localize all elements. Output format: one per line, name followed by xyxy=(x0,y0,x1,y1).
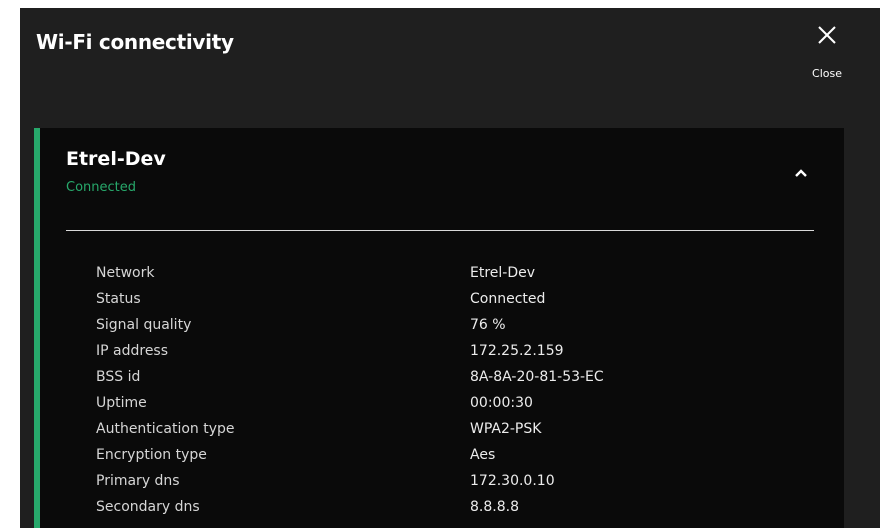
detail-row-bss-id: BSS id 8A-8A-20-81-53-EC xyxy=(96,369,796,395)
wifi-dialog: Wi-Fi connectivity Close Etrel-Dev Conne… xyxy=(20,8,880,528)
detail-value: Aes xyxy=(470,447,496,463)
network-details: Network Etrel-Dev Status Connected Signa… xyxy=(96,265,796,525)
detail-value: 8A-8A-20-81-53-EC xyxy=(470,369,604,385)
detail-row-secondary-dns: Secondary dns 8.8.8.8 xyxy=(96,499,796,525)
detail-row-uptime: Uptime 00:00:30 xyxy=(96,395,796,421)
detail-value: Connected xyxy=(470,291,546,307)
detail-label: Uptime xyxy=(96,395,147,411)
detail-value: 76 % xyxy=(470,317,506,333)
network-card: Etrel-Dev Connected Network Etrel-Dev St… xyxy=(34,128,844,528)
detail-label: Status xyxy=(96,291,141,307)
dialog-title: Wi-Fi connectivity xyxy=(36,30,234,54)
close-label: Close xyxy=(812,67,842,80)
detail-label: BSS id xyxy=(96,369,141,385)
collapse-button[interactable] xyxy=(786,162,816,186)
network-status: Connected xyxy=(66,180,137,195)
detail-label: Network xyxy=(96,265,155,281)
detail-value: 172.30.0.10 xyxy=(470,473,555,489)
detail-label: Secondary dns xyxy=(96,499,200,515)
network-name: Etrel-Dev xyxy=(66,148,166,170)
detail-value: 172.25.2.159 xyxy=(470,343,564,359)
connected-accent-bar xyxy=(34,128,40,528)
detail-row-ip-address: IP address 172.25.2.159 xyxy=(96,343,796,369)
detail-label: Primary dns xyxy=(96,473,180,489)
detail-row-primary-dns: Primary dns 172.30.0.10 xyxy=(96,473,796,499)
detail-row-encryption-type: Encryption type Aes xyxy=(96,447,796,473)
detail-row-signal-quality: Signal quality 76 % xyxy=(96,317,796,343)
detail-value: WPA2-PSK xyxy=(470,421,542,437)
close-button[interactable]: Close xyxy=(804,20,850,84)
chevron-up-icon xyxy=(795,169,807,177)
detail-value: 8.8.8.8 xyxy=(470,499,519,515)
detail-label: IP address xyxy=(96,343,169,359)
detail-row-authentication-type: Authentication type WPA2-PSK xyxy=(96,421,796,447)
detail-label: Encryption type xyxy=(96,447,207,463)
close-icon xyxy=(818,26,836,44)
detail-value: 00:00:30 xyxy=(470,395,533,411)
detail-label: Signal quality xyxy=(96,317,192,333)
divider xyxy=(66,230,814,231)
detail-label: Authentication type xyxy=(96,421,235,437)
detail-row-status: Status Connected xyxy=(96,291,796,317)
detail-value: Etrel-Dev xyxy=(470,265,536,281)
detail-row-network: Network Etrel-Dev xyxy=(96,265,796,291)
